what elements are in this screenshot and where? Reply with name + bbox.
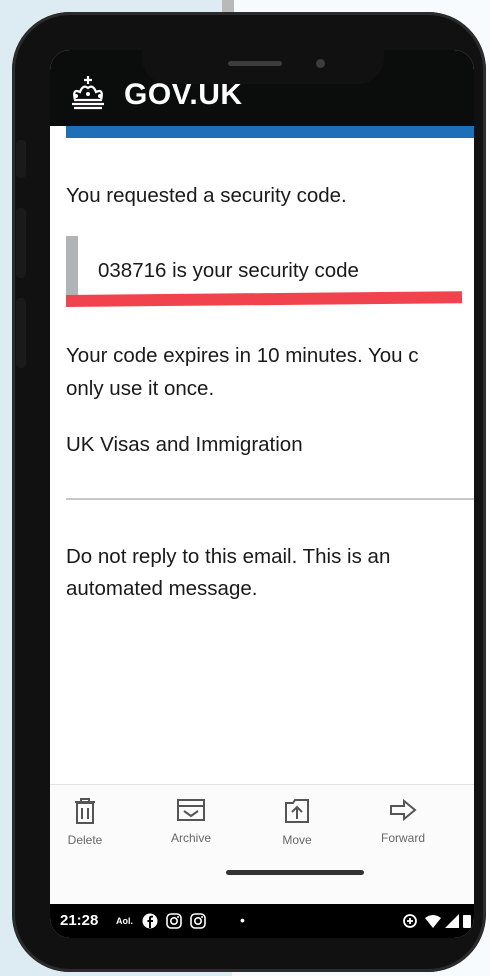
section-divider [66, 498, 474, 500]
footer-text-line1: Do not reply to this email. This is an [66, 545, 391, 568]
data-saver-icon [403, 914, 417, 928]
expiry-text-line1: Your code expires in 10 minutes. You c [66, 344, 419, 367]
notch [142, 50, 384, 84]
expiry-text-line2: only use it once. [66, 377, 215, 400]
move-label: Move [282, 833, 312, 847]
phone-frame: GOV.UK You requested a security code. 03… [12, 12, 486, 972]
volume-up-button [16, 208, 26, 278]
inset-bar [66, 236, 78, 300]
status-bar: 21:28 Aol. • [50, 904, 474, 938]
more-notifications-dot: • [240, 912, 245, 928]
forward-arrow-icon [390, 798, 417, 822]
wifi-icon [425, 915, 441, 928]
status-time: 21:28 [60, 912, 99, 929]
facebook-icon [142, 913, 158, 929]
header-blue-stripe [66, 126, 474, 138]
crown-icon [72, 76, 104, 110]
instagram-icon [166, 913, 182, 929]
archive-icon [177, 799, 205, 821]
signal-icon [445, 914, 459, 928]
speaker [228, 61, 282, 66]
front-camera [316, 59, 325, 68]
move-button[interactable]: Move [252, 797, 342, 847]
instagram-icon-2 [190, 913, 206, 929]
volume-down-button [16, 298, 26, 368]
intro-text: You requested a security code. [66, 184, 347, 207]
trash-icon [75, 798, 95, 824]
footer-text-line2: automated message. [66, 577, 258, 600]
forward-label: Forward [380, 831, 425, 845]
archive-label: Archive [170, 831, 211, 845]
forward-button[interactable]: Forward [358, 797, 448, 845]
aol-notification-icon: Aol. [116, 916, 133, 926]
move-icon [285, 799, 309, 823]
delete-label: Delete [67, 833, 103, 847]
security-code-text: 038716 is your security code [98, 259, 359, 282]
mute-switch [16, 140, 26, 178]
home-indicator[interactable] [226, 870, 364, 875]
archive-button[interactable]: Archive [146, 797, 236, 845]
red-underline-highlight [65, 291, 463, 307]
email-action-toolbar: Delete Archive Move Forward [50, 784, 474, 905]
delete-button[interactable]: Delete [50, 797, 130, 847]
battery-icon [463, 915, 471, 928]
sender-signature: UK Visas and Immigration [66, 433, 303, 456]
phone-screen: GOV.UK You requested a security code. 03… [50, 50, 474, 938]
